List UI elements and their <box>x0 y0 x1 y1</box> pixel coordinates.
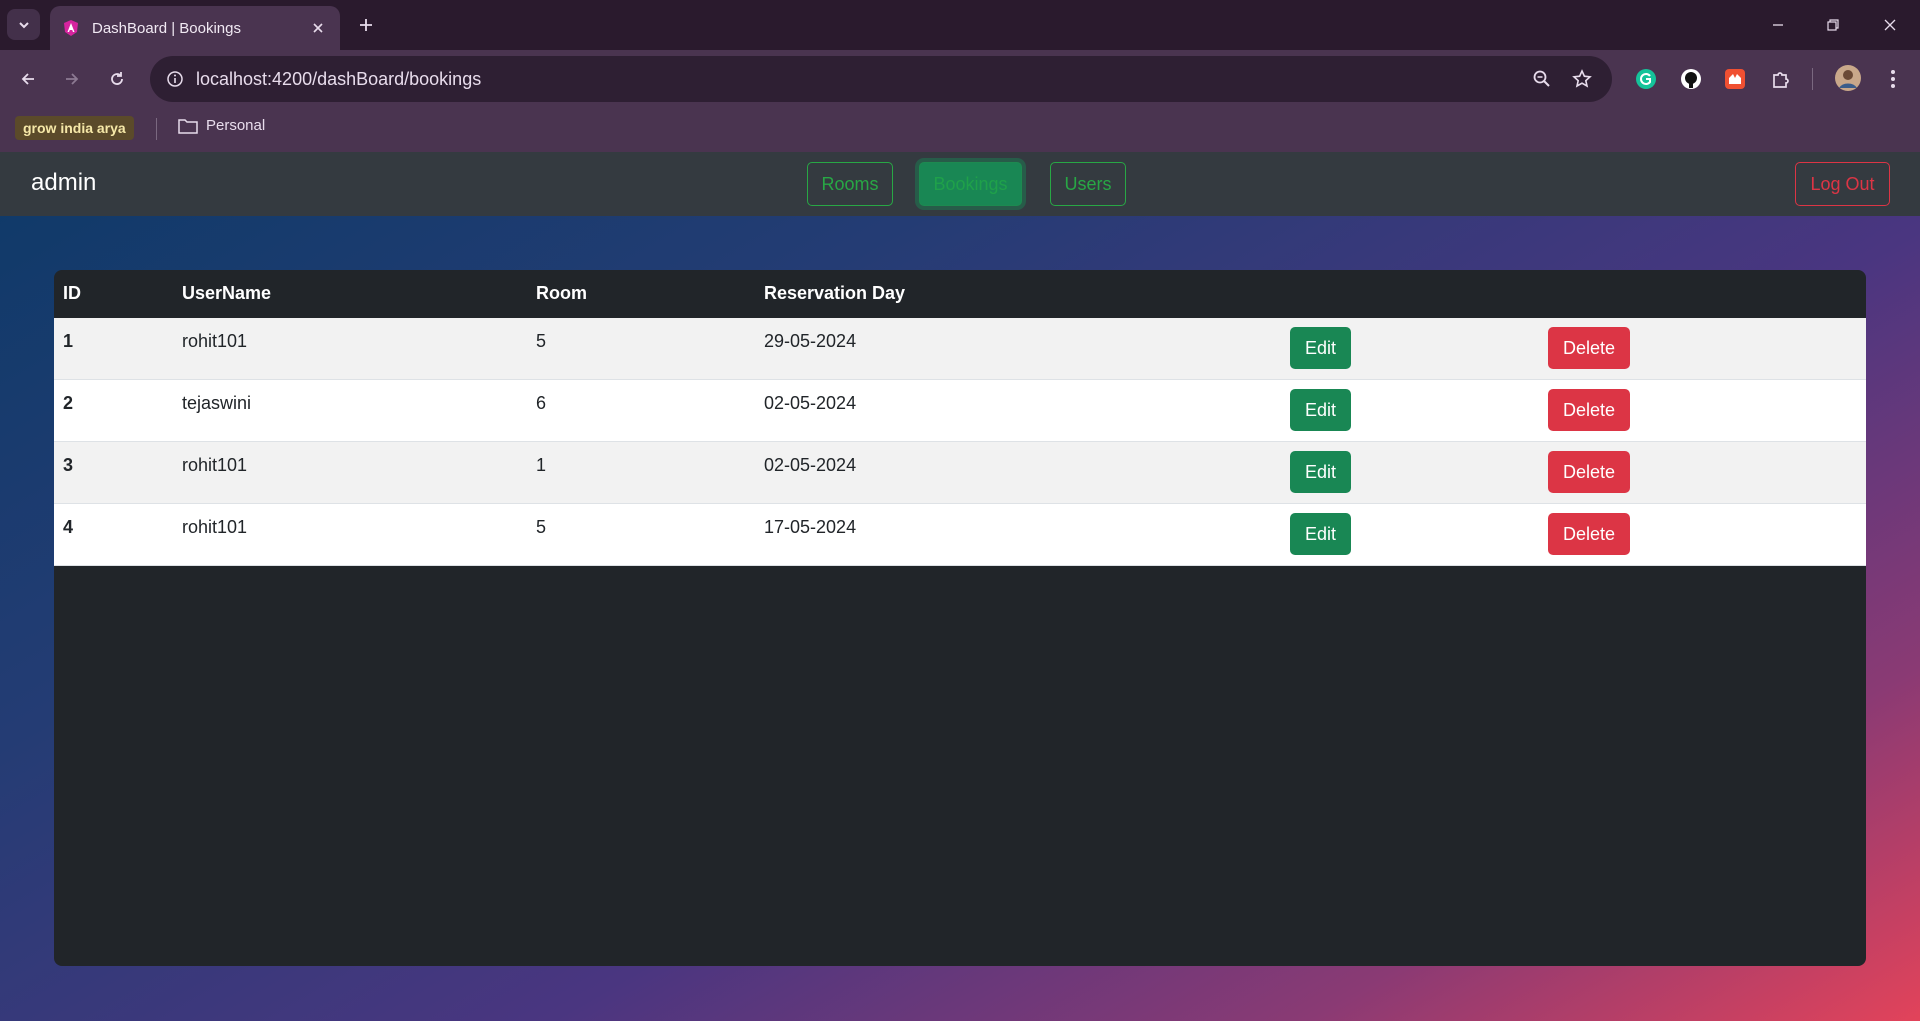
browser-toolbar: localhost:4200/dashBoard/bookings <box>0 50 1920 108</box>
delete-button[interactable]: Delete <box>1548 513 1630 555</box>
table-row: 1 rohit101 5 29-05-2024 Edit Delete <box>54 318 1866 380</box>
close-window-icon[interactable] <box>1872 10 1908 40</box>
bookmarks-bar: grow india arya Personal <box>0 108 1920 152</box>
bookmark-folder-label: Personal <box>206 117 266 134</box>
delete-button[interactable]: Delete <box>1548 389 1630 431</box>
header-room: Room <box>536 283 587 303</box>
nav-users-button[interactable]: Users <box>1050 162 1126 206</box>
kebab-menu-icon[interactable] <box>1879 65 1907 93</box>
edit-button[interactable]: Edit <box>1290 513 1351 555</box>
app-navbar: admin Rooms Bookings Users Log Out <box>0 152 1920 216</box>
cell-room: 5 <box>536 517 547 537</box>
table-row: 2 tejaswini 6 02-05-2024 Edit Delete <box>54 380 1866 442</box>
cell-id: 2 <box>63 393 74 413</box>
bookmarks-divider <box>156 118 157 140</box>
table-row: 4 rohit101 5 17-05-2024 Edit Delete <box>54 504 1866 566</box>
puzzle-extensions-icon[interactable] <box>1767 65 1795 93</box>
folder-icon <box>178 118 198 134</box>
table-header: ID UserName Room Reservation Day <box>54 270 1866 318</box>
site-info-icon[interactable] <box>160 64 190 94</box>
header-id: ID <box>63 283 81 303</box>
profile-avatar[interactable] <box>1833 63 1863 93</box>
toolbar-divider <box>1812 68 1813 90</box>
tab-title: DashBoard | Bookings <box>92 19 241 37</box>
header-reservation-day: Reservation Day <box>764 283 906 303</box>
browser-tab-strip: DashBoard | Bookings <box>0 0 1920 50</box>
cell-username: rohit101 <box>182 517 248 537</box>
logout-button[interactable]: Log Out <box>1795 162 1890 206</box>
navbar-brand[interactable]: admin <box>31 169 96 197</box>
nav-bookings-button[interactable]: Bookings <box>919 162 1022 206</box>
bookmark-grow-india-arya[interactable]: grow india arya <box>15 116 134 140</box>
cell-username: rohit101 <box>182 455 248 475</box>
edit-button[interactable]: Edit <box>1290 389 1351 431</box>
cell-reservation-day: 29-05-2024 <box>764 331 857 351</box>
cell-room: 5 <box>536 331 547 351</box>
cell-reservation-day: 02-05-2024 <box>764 455 857 475</box>
edit-button[interactable]: Edit <box>1290 327 1351 369</box>
minimize-icon[interactable] <box>1760 10 1796 40</box>
back-arrow-icon[interactable] <box>11 62 45 96</box>
forward-arrow-icon[interactable] <box>55 62 89 96</box>
restore-icon[interactable] <box>1815 10 1851 40</box>
cell-id: 4 <box>63 517 74 537</box>
address-bar[interactable]: localhost:4200/dashBoard/bookings <box>150 56 1612 102</box>
bookmark-star-icon[interactable] <box>1568 65 1596 93</box>
chevron-down-icon <box>18 21 29 28</box>
close-tab-icon[interactable] <box>306 16 330 40</box>
reload-icon[interactable] <box>100 62 134 96</box>
github-extension-icon[interactable] <box>1677 65 1705 93</box>
chart-extension-icon[interactable] <box>1721 65 1749 93</box>
new-tab-plus-icon[interactable] <box>352 11 380 39</box>
grammarly-extension-icon[interactable] <box>1632 65 1660 93</box>
bookmark-folder-personal[interactable]: Personal <box>178 117 265 134</box>
cell-id: 3 <box>63 455 74 475</box>
bookings-table: ID UserName Room Reservation Day 1 rohit… <box>54 270 1866 966</box>
url-text: localhost:4200/dashBoard/bookings <box>196 69 482 89</box>
tab-search-button[interactable] <box>7 9 40 40</box>
page-content: admin Rooms Bookings Users Log Out ID Us… <box>0 152 1920 1021</box>
angular-logo-icon <box>64 20 78 36</box>
header-username: UserName <box>182 283 272 303</box>
browser-tab-active[interactable]: DashBoard | Bookings <box>50 6 340 50</box>
cell-reservation-day: 17-05-2024 <box>764 517 857 537</box>
cell-room: 6 <box>536 393 547 413</box>
nav-rooms-button[interactable]: Rooms <box>807 162 893 206</box>
cell-id: 1 <box>63 331 74 351</box>
cell-username: rohit101 <box>182 331 248 351</box>
cell-reservation-day: 02-05-2024 <box>764 393 857 413</box>
cell-room: 1 <box>536 455 547 475</box>
edit-button[interactable]: Edit <box>1290 451 1351 493</box>
delete-button[interactable]: Delete <box>1548 327 1630 369</box>
zoom-icon[interactable] <box>1528 65 1556 93</box>
cell-username: tejaswini <box>182 393 252 413</box>
delete-button[interactable]: Delete <box>1548 451 1630 493</box>
table-row: 3 rohit101 1 02-05-2024 Edit Delete <box>54 442 1866 504</box>
